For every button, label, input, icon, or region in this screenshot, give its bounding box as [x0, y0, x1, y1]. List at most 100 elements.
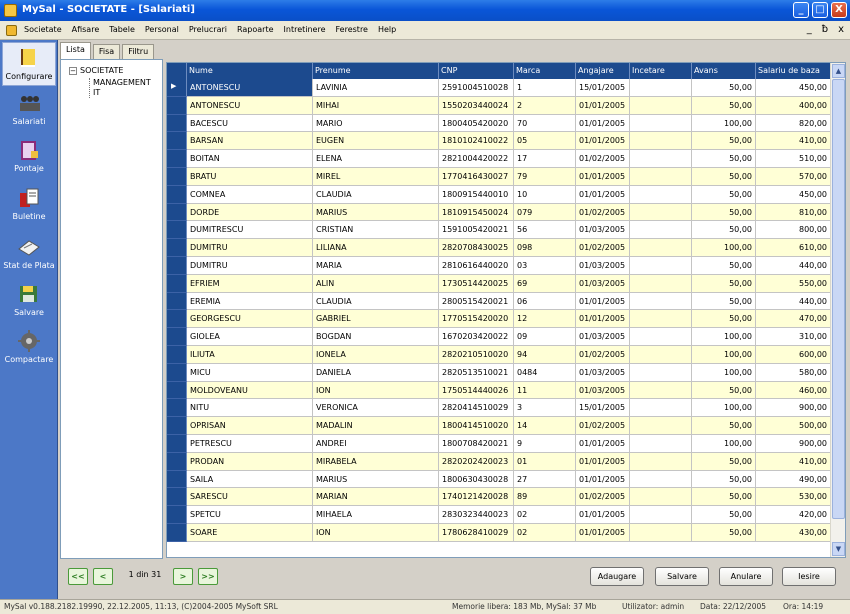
- tree-node-societate[interactable]: − SOCIETATE: [69, 66, 123, 75]
- table-cell[interactable]: BRATU: [187, 167, 313, 186]
- row-indicator[interactable]: [167, 417, 187, 435]
- table-cell[interactable]: 820,00: [756, 114, 831, 133]
- table-cell[interactable]: 50,00: [692, 167, 756, 186]
- table-cell[interactable]: 11: [514, 381, 576, 400]
- column-header[interactable]: Angajare: [576, 63, 630, 79]
- table-cell[interactable]: SAILA: [187, 470, 313, 489]
- last-page-button[interactable]: >>: [198, 568, 218, 585]
- table-cell[interactable]: 440,00: [756, 256, 831, 275]
- table-cell[interactable]: MADALIN: [313, 417, 439, 435]
- table-cell[interactable]: 01/03/2005: [576, 274, 630, 293]
- document-icon[interactable]: [6, 25, 17, 36]
- table-cell[interactable]: 0484: [514, 363, 576, 382]
- table-cell[interactable]: EUGEN: [313, 132, 439, 151]
- table-cell[interactable]: 900,00: [756, 399, 831, 418]
- table-cell[interactable]: 100,00: [692, 345, 756, 364]
- table-cell[interactable]: 100,00: [692, 239, 756, 257]
- table-cell[interactable]: [630, 434, 692, 453]
- table-cell[interactable]: [630, 523, 692, 542]
- row-indicator[interactable]: [167, 185, 187, 204]
- table-cell[interactable]: MIHAI: [313, 96, 439, 115]
- exit-button[interactable]: Iesire: [782, 567, 836, 586]
- table-cell[interactable]: 1730514420025: [439, 274, 514, 293]
- table-cell[interactable]: 03: [514, 256, 576, 275]
- child-close-button[interactable]: x: [838, 24, 844, 35]
- table-cell[interactable]: MARIO: [313, 114, 439, 133]
- table-cell[interactable]: 810,00: [756, 203, 831, 222]
- table-row[interactable]: SARESCU MARIAN 1740121420028 89 01/02/2005 50…: [167, 488, 831, 507]
- table-cell[interactable]: 470,00: [756, 310, 831, 329]
- table-cell[interactable]: 14: [514, 417, 576, 435]
- table-cell[interactable]: 01/02/2005: [576, 150, 630, 168]
- table-cell[interactable]: 1800708420021: [439, 434, 514, 453]
- table-cell[interactable]: ANTONESCU: [187, 79, 313, 97]
- table-cell[interactable]: [630, 345, 692, 364]
- toolbar-pontaje[interactable]: Pontaje: [2, 135, 56, 179]
- table-cell[interactable]: 50,00: [692, 523, 756, 542]
- table-cell[interactable]: 01/03/2005: [576, 256, 630, 275]
- table-cell[interactable]: 50,00: [692, 310, 756, 329]
- table-cell[interactable]: [630, 239, 692, 257]
- table-cell[interactable]: 100,00: [692, 363, 756, 382]
- table-cell[interactable]: SARESCU: [187, 488, 313, 507]
- table-row[interactable]: MOLDOVEANU ION 1750514440026 11 01/03/2005 50…: [167, 381, 831, 400]
- column-header[interactable]: Nume: [187, 63, 313, 79]
- tree-node-it[interactable]: IT: [93, 88, 100, 97]
- tab-lista[interactable]: Lista: [60, 42, 91, 59]
- table-cell[interactable]: IONELA: [313, 345, 439, 364]
- table-cell[interactable]: 1770515420020: [439, 310, 514, 329]
- table-cell[interactable]: OPRISAN: [187, 417, 313, 435]
- table-cell[interactable]: 1810915450024: [439, 203, 514, 222]
- row-indicator[interactable]: [167, 114, 187, 133]
- table-cell[interactable]: 2: [514, 96, 576, 115]
- table-cell[interactable]: [630, 114, 692, 133]
- table-row[interactable]: BRATU MIREL 1770416430027 79 01/01/2005 50,00…: [167, 167, 831, 186]
- row-indicator[interactable]: [167, 381, 187, 400]
- table-cell[interactable]: 2800515420021: [439, 292, 514, 311]
- table-cell[interactable]: ALIN: [313, 274, 439, 293]
- table-row[interactable]: ▶ ANTONESCU LAVINIA 2591004510028 1 15/01/200…: [167, 79, 831, 97]
- table-cell[interactable]: [630, 363, 692, 382]
- table-row[interactable]: BACESCU MARIO 1800405420020 70 01/01/2005 100…: [167, 114, 831, 133]
- row-indicator[interactable]: [167, 167, 187, 186]
- table-cell[interactable]: BOGDAN: [313, 328, 439, 346]
- table-row[interactable]: COMNEA CLAUDIA 1800915440010 10 01/01/2005 50…: [167, 185, 831, 204]
- row-indicator[interactable]: [167, 452, 187, 471]
- table-cell[interactable]: 2820414510029: [439, 399, 514, 418]
- table-cell[interactable]: 450,00: [756, 79, 831, 97]
- menu-personal[interactable]: Personal: [145, 25, 179, 34]
- table-cell[interactable]: DUMITRU: [187, 256, 313, 275]
- table-cell[interactable]: 01/02/2005: [576, 417, 630, 435]
- table-cell[interactable]: 56: [514, 221, 576, 240]
- table-cell[interactable]: 2820513510021: [439, 363, 514, 382]
- table-cell[interactable]: 1670203420022: [439, 328, 514, 346]
- menu-intretinere[interactable]: Intretinere: [284, 25, 326, 34]
- table-cell[interactable]: 1: [514, 79, 576, 97]
- toolbar-buletine[interactable]: Buletine: [2, 183, 56, 227]
- table-cell[interactable]: 01/01/2005: [576, 167, 630, 186]
- table-cell[interactable]: 50,00: [692, 256, 756, 275]
- row-indicator[interactable]: ▶: [167, 79, 187, 97]
- table-cell[interactable]: BOITAN: [187, 150, 313, 168]
- row-indicator[interactable]: [167, 221, 187, 240]
- table-cell[interactable]: 70: [514, 114, 576, 133]
- toolbar-salariati[interactable]: Salariati: [2, 88, 56, 132]
- child-minimize-button[interactable]: _: [807, 24, 812, 35]
- table-cell[interactable]: [630, 470, 692, 489]
- table-cell[interactable]: 01/02/2005: [576, 239, 630, 257]
- table-cell[interactable]: [630, 452, 692, 471]
- table-cell[interactable]: CLAUDIA: [313, 292, 439, 311]
- table-cell[interactable]: 50,00: [692, 221, 756, 240]
- table-cell[interactable]: ION: [313, 523, 439, 542]
- table-cell[interactable]: [630, 132, 692, 151]
- table-cell[interactable]: 1740121420028: [439, 488, 514, 507]
- table-cell[interactable]: 02: [514, 523, 576, 542]
- table-row[interactable]: MICU DANIELA 2820513510021 0484 01/03/2005 10…: [167, 363, 831, 382]
- scroll-up-icon[interactable]: ▲: [832, 64, 845, 78]
- table-cell[interactable]: SPETCU: [187, 506, 313, 524]
- row-indicator[interactable]: [167, 488, 187, 507]
- table-cell[interactable]: [630, 185, 692, 204]
- toolbar-configurare[interactable]: Configurare: [2, 42, 56, 86]
- table-cell[interactable]: 1591005420021: [439, 221, 514, 240]
- row-indicator[interactable]: [167, 328, 187, 346]
